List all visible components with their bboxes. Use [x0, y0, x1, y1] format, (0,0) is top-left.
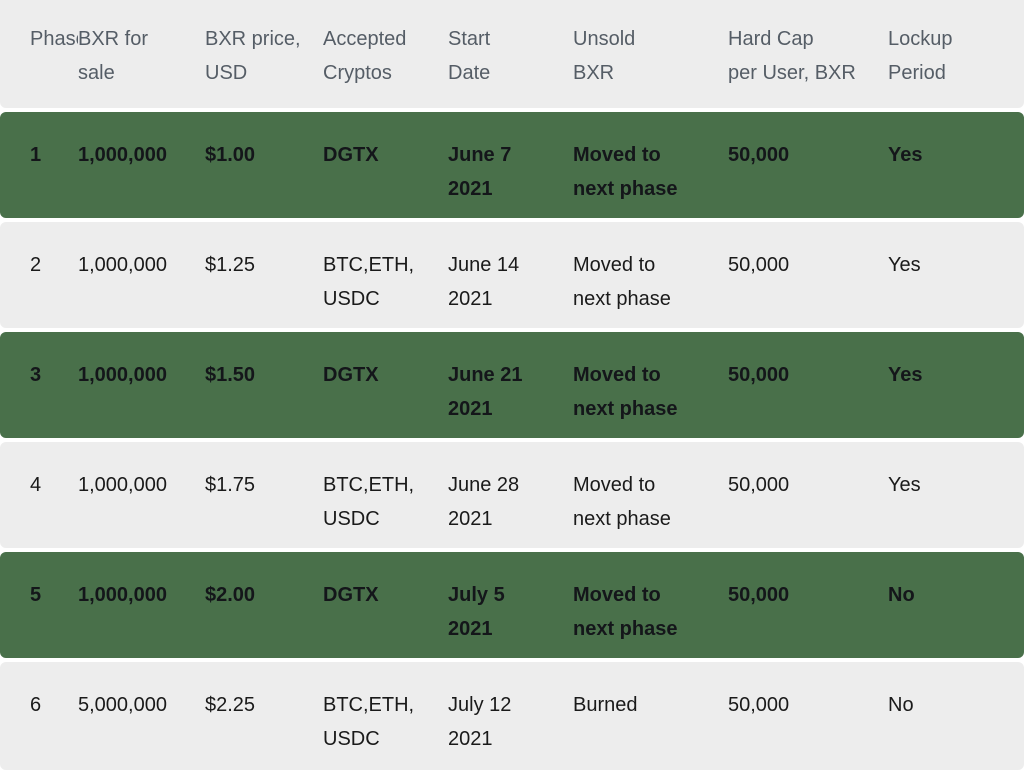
cell-bxr-for-sale: 5,000,000: [78, 694, 167, 716]
cell-start-date: July 12 2021: [448, 694, 512, 750]
cell-accepted-cryptos: BTC,ETH, USDC: [323, 474, 415, 530]
cell-bxr-price-usd: $2.00: [205, 584, 256, 606]
cell-bxr-for-sale: 1,000,000: [78, 254, 167, 276]
column-header-accepted-cryptos: Accepted Cryptos: [323, 28, 407, 84]
cell-start-date: June 14 2021: [448, 254, 520, 310]
cell-accepted-cryptos: DGTX: [323, 364, 379, 386]
table-row: 1 1,000,000 $1.00 DGTX June 7 2021 Moved…: [0, 112, 1024, 218]
cell-bxr-for-sale: 1,000,000: [78, 364, 167, 386]
cell-lockup-period: Yes: [888, 364, 923, 386]
table-row: 4 1,000,000 $1.75 BTC,ETH, USDC June 28 …: [0, 442, 1024, 548]
cell-hard-cap-per-user: 50,000: [728, 584, 790, 606]
cell-unsold-bxr: Moved to next phase: [573, 584, 678, 640]
cell-start-date: June 28 2021: [448, 474, 520, 530]
column-header-unsold-bxr: Unsold BXR: [573, 28, 636, 84]
cell-start-date: June 7 2021: [448, 144, 512, 200]
cell-lockup-period: No: [888, 694, 914, 716]
column-header-start-date: Start Date: [448, 28, 491, 84]
cell-unsold-bxr: Moved to next phase: [573, 254, 671, 310]
cell-unsold-bxr: Burned: [573, 694, 638, 716]
cell-phase: 4: [30, 474, 42, 496]
cell-unsold-bxr: Moved to next phase: [573, 474, 671, 530]
column-header-phase: Phase: [30, 28, 78, 50]
table-row: 2 1,000,000 $1.25 BTC,ETH, USDC June 14 …: [0, 222, 1024, 328]
cell-lockup-period: Yes: [888, 474, 921, 496]
cell-bxr-for-sale: 1,000,000: [78, 144, 167, 166]
cell-hard-cap-per-user: 50,000: [728, 144, 790, 166]
table-row: 5 1,000,000 $2.00 DGTX July 5 2021 Moved…: [0, 552, 1024, 658]
cell-bxr-price-usd: $1.25: [205, 254, 256, 276]
cell-bxr-for-sale: 1,000,000: [78, 584, 167, 606]
cell-phase: 5: [30, 584, 42, 606]
cell-bxr-price-usd: $1.00: [205, 144, 256, 166]
cell-bxr-price-usd: $2.25: [205, 694, 256, 716]
table-header-row: Phase BXR for sale BXR price, USD Accept…: [0, 0, 1024, 108]
cell-unsold-bxr: Moved to next phase: [573, 144, 678, 200]
cell-hard-cap-per-user: 50,000: [728, 364, 790, 386]
cell-lockup-period: Yes: [888, 144, 923, 166]
cell-lockup-period: Yes: [888, 254, 921, 276]
cell-phase: 6: [30, 694, 42, 716]
table-row: 3 1,000,000 $1.50 DGTX June 21 2021 Move…: [0, 332, 1024, 438]
cell-hard-cap-per-user: 50,000: [728, 254, 790, 276]
cell-lockup-period: No: [888, 584, 915, 606]
column-header-hard-cap-per-user: Hard Cap per User, BXR: [728, 28, 856, 84]
column-header-lockup-period: Lockup Period: [888, 28, 953, 84]
cell-accepted-cryptos: DGTX: [323, 144, 379, 166]
cell-bxr-price-usd: $1.75: [205, 474, 256, 496]
cell-unsold-bxr: Moved to next phase: [573, 364, 678, 420]
cell-bxr-for-sale: 1,000,000: [78, 474, 167, 496]
table-row: 6 5,000,000 $2.25 BTC,ETH, USDC July 12 …: [0, 662, 1024, 770]
ico-phases-table: Phase BXR for sale BXR price, USD Accept…: [0, 0, 1024, 770]
cell-accepted-cryptos: BTC,ETH, USDC: [323, 254, 415, 310]
cell-phase: 3: [30, 364, 42, 386]
cell-hard-cap-per-user: 50,000: [728, 694, 790, 716]
cell-start-date: June 21 2021: [448, 364, 523, 420]
cell-accepted-cryptos: BTC,ETH, USDC: [323, 694, 415, 750]
cell-start-date: July 5 2021: [448, 584, 505, 640]
column-header-bxr-for-sale: BXR for sale: [78, 28, 149, 84]
cell-phase: 2: [30, 254, 42, 276]
cell-accepted-cryptos: DGTX: [323, 584, 379, 606]
cell-hard-cap-per-user: 50,000: [728, 474, 790, 496]
cell-bxr-price-usd: $1.50: [205, 364, 256, 386]
cell-phase: 1: [30, 144, 42, 166]
column-header-bxr-price-usd: BXR price, USD: [205, 28, 301, 84]
